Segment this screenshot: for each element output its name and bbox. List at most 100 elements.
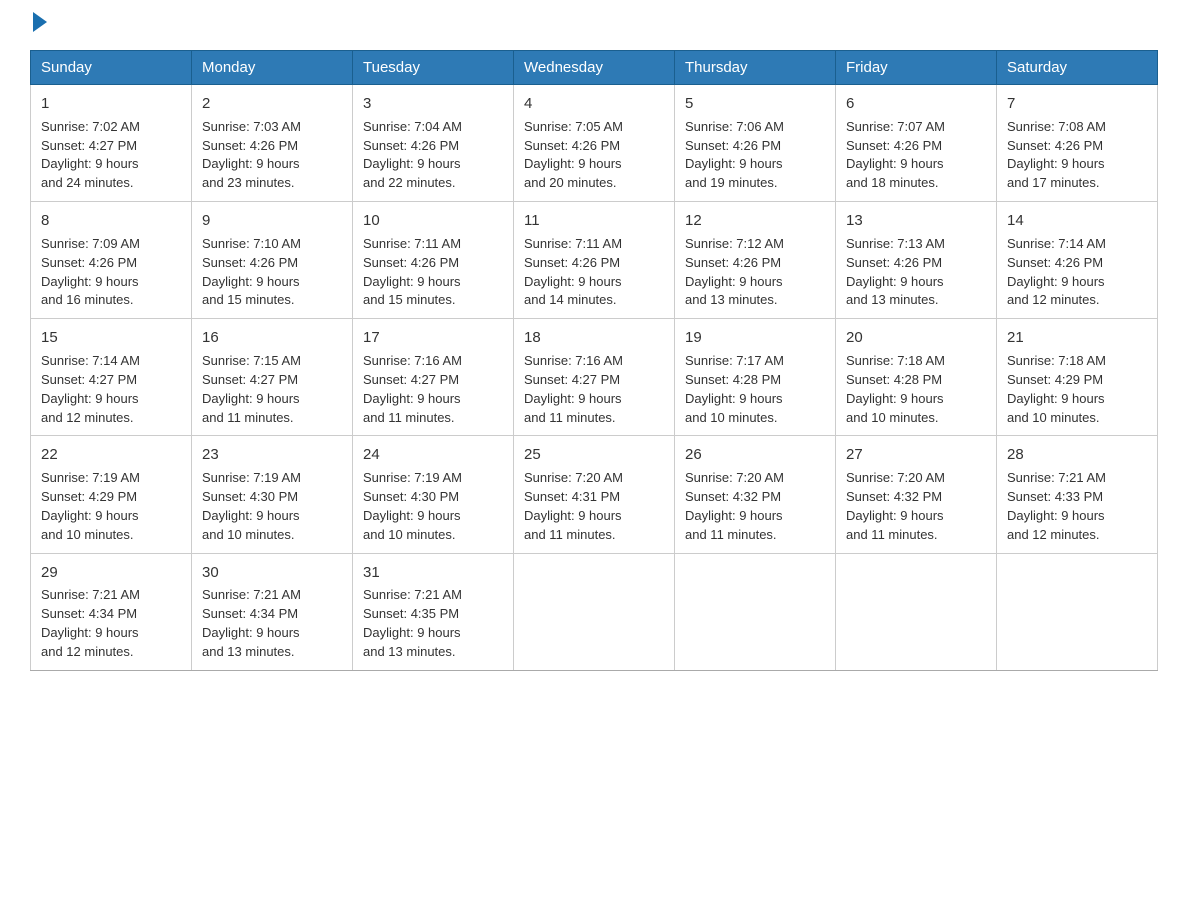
day-info-line: Sunset: 4:26 PM (685, 254, 825, 273)
day-info-line: and 17 minutes. (1007, 174, 1147, 193)
day-number: 1 (41, 93, 181, 115)
day-info-line: and 12 minutes. (41, 643, 181, 662)
day-info-line: Sunset: 4:26 PM (1007, 254, 1147, 273)
calendar-cell: 14Sunrise: 7:14 AMSunset: 4:26 PMDayligh… (997, 202, 1158, 319)
calendar-week-3: 15Sunrise: 7:14 AMSunset: 4:27 PMDayligh… (31, 319, 1158, 436)
day-info-line: Sunset: 4:26 PM (202, 254, 342, 273)
day-info-line: Sunset: 4:26 PM (41, 254, 181, 273)
day-info-line: Daylight: 9 hours (524, 273, 664, 292)
calendar-week-4: 22Sunrise: 7:19 AMSunset: 4:29 PMDayligh… (31, 436, 1158, 553)
day-number: 8 (41, 210, 181, 232)
day-info-line: Sunset: 4:34 PM (202, 605, 342, 624)
day-info-line: and 19 minutes. (685, 174, 825, 193)
calendar-cell: 24Sunrise: 7:19 AMSunset: 4:30 PMDayligh… (353, 436, 514, 553)
col-header-sunday: Sunday (31, 51, 192, 85)
day-info-line: and 11 minutes. (524, 409, 664, 428)
day-info-line: Daylight: 9 hours (202, 507, 342, 526)
day-number: 31 (363, 562, 503, 584)
day-info-line: and 12 minutes. (1007, 526, 1147, 545)
day-info-line: and 13 minutes. (846, 291, 986, 310)
day-info-line: Sunrise: 7:17 AM (685, 352, 825, 371)
day-info-line: and 13 minutes. (685, 291, 825, 310)
day-number: 24 (363, 444, 503, 466)
day-info-line: Sunrise: 7:14 AM (41, 352, 181, 371)
day-info-line: Sunrise: 7:15 AM (202, 352, 342, 371)
day-number: 13 (846, 210, 986, 232)
page-header (30, 20, 1158, 32)
day-info-line: and 11 minutes. (685, 526, 825, 545)
day-info-line: Sunset: 4:27 PM (363, 371, 503, 390)
calendar-cell (514, 553, 675, 670)
day-info-line: Sunrise: 7:06 AM (685, 118, 825, 137)
day-info-line: Sunset: 4:27 PM (202, 371, 342, 390)
day-info-line: Sunset: 4:26 PM (846, 137, 986, 156)
col-header-friday: Friday (836, 51, 997, 85)
calendar-cell: 7Sunrise: 7:08 AMSunset: 4:26 PMDaylight… (997, 85, 1158, 202)
calendar-cell (997, 553, 1158, 670)
calendar-cell: 29Sunrise: 7:21 AMSunset: 4:34 PMDayligh… (31, 553, 192, 670)
day-info-line: Sunset: 4:28 PM (685, 371, 825, 390)
day-info-line: Daylight: 9 hours (202, 390, 342, 409)
day-info-line: Sunrise: 7:03 AM (202, 118, 342, 137)
day-info-line: Daylight: 9 hours (363, 624, 503, 643)
calendar-cell: 10Sunrise: 7:11 AMSunset: 4:26 PMDayligh… (353, 202, 514, 319)
calendar-cell (836, 553, 997, 670)
day-info-line: Sunrise: 7:12 AM (685, 235, 825, 254)
day-info-line: Daylight: 9 hours (41, 390, 181, 409)
day-info-line: and 22 minutes. (363, 174, 503, 193)
day-info-line: Sunset: 4:30 PM (363, 488, 503, 507)
day-info-line: Daylight: 9 hours (202, 624, 342, 643)
day-info-line: Sunrise: 7:14 AM (1007, 235, 1147, 254)
calendar-cell: 15Sunrise: 7:14 AMSunset: 4:27 PMDayligh… (31, 319, 192, 436)
day-number: 22 (41, 444, 181, 466)
calendar-cell: 30Sunrise: 7:21 AMSunset: 4:34 PMDayligh… (192, 553, 353, 670)
day-info-line: Sunrise: 7:21 AM (1007, 469, 1147, 488)
day-number: 20 (846, 327, 986, 349)
day-number: 9 (202, 210, 342, 232)
day-info-line: and 15 minutes. (363, 291, 503, 310)
day-info-line: Daylight: 9 hours (685, 507, 825, 526)
day-info-line: and 10 minutes. (363, 526, 503, 545)
calendar-body: 1Sunrise: 7:02 AMSunset: 4:27 PMDaylight… (31, 85, 1158, 671)
day-info-line: and 13 minutes. (363, 643, 503, 662)
calendar-week-5: 29Sunrise: 7:21 AMSunset: 4:34 PMDayligh… (31, 553, 1158, 670)
calendar-cell: 19Sunrise: 7:17 AMSunset: 4:28 PMDayligh… (675, 319, 836, 436)
day-info-line: Daylight: 9 hours (846, 507, 986, 526)
day-number: 6 (846, 93, 986, 115)
day-info-line: Daylight: 9 hours (524, 390, 664, 409)
day-info-line: and 11 minutes. (524, 526, 664, 545)
day-info-line: Sunset: 4:26 PM (685, 137, 825, 156)
day-info-line: Sunset: 4:26 PM (524, 137, 664, 156)
day-info-line: Daylight: 9 hours (363, 273, 503, 292)
calendar-header: SundayMondayTuesdayWednesdayThursdayFrid… (31, 51, 1158, 85)
day-info-line: Sunrise: 7:16 AM (524, 352, 664, 371)
day-number: 17 (363, 327, 503, 349)
day-info-line: and 16 minutes. (41, 291, 181, 310)
day-info-line: Sunrise: 7:19 AM (363, 469, 503, 488)
calendar-cell: 11Sunrise: 7:11 AMSunset: 4:26 PMDayligh… (514, 202, 675, 319)
day-info-line: Sunset: 4:34 PM (41, 605, 181, 624)
day-number: 26 (685, 444, 825, 466)
calendar-cell: 26Sunrise: 7:20 AMSunset: 4:32 PMDayligh… (675, 436, 836, 553)
day-info-line: Daylight: 9 hours (202, 273, 342, 292)
day-number: 25 (524, 444, 664, 466)
day-info-line: Sunrise: 7:19 AM (202, 469, 342, 488)
day-info-line: Daylight: 9 hours (41, 624, 181, 643)
day-number: 19 (685, 327, 825, 349)
day-info-line: Daylight: 9 hours (846, 155, 986, 174)
calendar-cell: 16Sunrise: 7:15 AMSunset: 4:27 PMDayligh… (192, 319, 353, 436)
day-info-line: Sunset: 4:26 PM (524, 254, 664, 273)
day-info-line: Daylight: 9 hours (363, 155, 503, 174)
col-header-monday: Monday (192, 51, 353, 85)
day-info-line: and 11 minutes. (363, 409, 503, 428)
day-info-line: Sunset: 4:31 PM (524, 488, 664, 507)
day-number: 4 (524, 93, 664, 115)
calendar-cell: 28Sunrise: 7:21 AMSunset: 4:33 PMDayligh… (997, 436, 1158, 553)
day-info-line: and 10 minutes. (1007, 409, 1147, 428)
day-info-line: Sunrise: 7:11 AM (363, 235, 503, 254)
day-info-line: and 20 minutes. (524, 174, 664, 193)
calendar-cell: 12Sunrise: 7:12 AMSunset: 4:26 PMDayligh… (675, 202, 836, 319)
logo (30, 20, 47, 32)
day-info-line: Sunrise: 7:21 AM (363, 586, 503, 605)
day-info-line: Sunrise: 7:21 AM (202, 586, 342, 605)
